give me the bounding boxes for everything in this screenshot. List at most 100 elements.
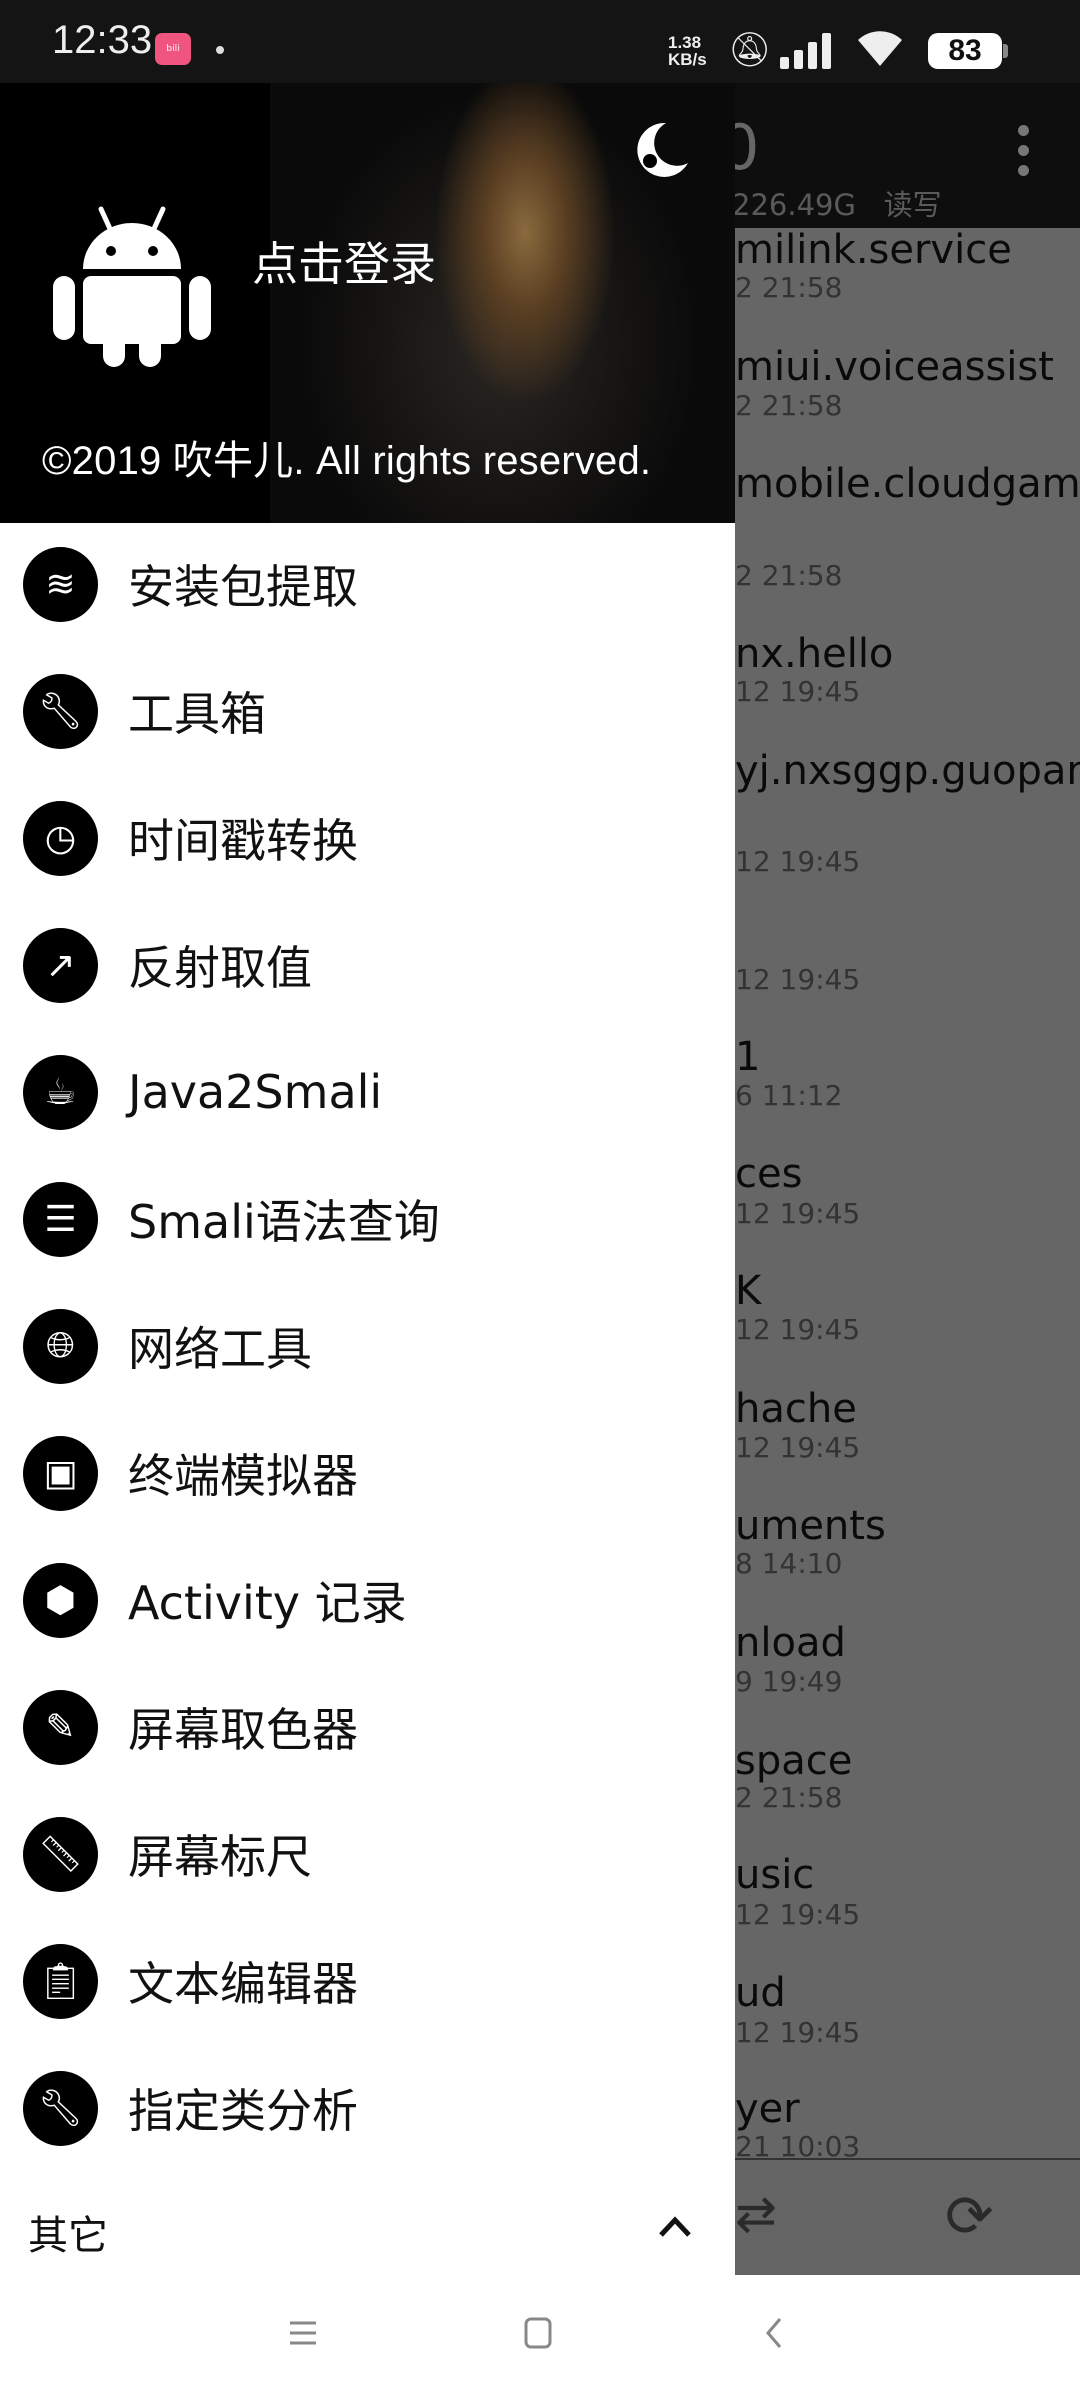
file-name[interactable]: 1 [735, 1035, 760, 1079]
file-date: 2 21:58 [735, 271, 843, 304]
file-date-row: 6 11:12 [735, 1080, 842, 1112]
file-date: 12 19:45 [735, 1898, 861, 1931]
drawer-item[interactable]: 🔧︎ 工具箱 [0, 648, 735, 774]
drawer-item-label: 终端模拟器 [128, 1449, 358, 1503]
drawer-item[interactable]: ☰ Smali语法查询 [0, 1156, 735, 1282]
drawer-item-label: Activity 记录 [128, 1576, 407, 1630]
cube-icon: ⬢ [23, 1562, 98, 1638]
chevron-up-icon[interactable] [655, 2211, 695, 2241]
drawer-item-label: Smali语法查询 [128, 1195, 440, 1249]
file-item[interactable]: K [735, 1269, 761, 1313]
drawer-header: 点击登录 ©2019 吹牛儿. All rights reserved. [0, 83, 735, 523]
drawer-item[interactable]: ▣ 终端模拟器 [0, 1410, 735, 1536]
file-item[interactable]: 1 [735, 1035, 760, 1079]
status-bar: 12:33 bili 1.38 KB/s 🔕︎ 83 [0, 0, 1080, 83]
bottom-toolbar: ⇄ ⟳ [735, 2158, 1080, 2275]
drawer-item-label: 反射取值 [128, 941, 312, 995]
clock-icon: ◷ [23, 800, 98, 876]
file-name[interactable]: yj.nxsggp.guopan.l [735, 749, 1080, 793]
file-date-row: 9 19:49 [735, 1666, 842, 1698]
file-date: 2 21:58 [735, 559, 843, 592]
eyedropper-icon: ✎ [23, 1689, 98, 1765]
file-name[interactable]: nload [735, 1621, 846, 1665]
file-item[interactable]: usic [735, 1853, 814, 1897]
file-date: 12 19:45 [735, 963, 861, 996]
drawer-item[interactable]: 📏︎ 屏幕标尺 [0, 1791, 735, 1917]
file-item[interactable]: yj.nxsggp.guopan.l [735, 749, 1080, 793]
file-date-row: 12 19:45 [735, 846, 860, 878]
file-item[interactable]: ces [735, 1152, 802, 1196]
swap-arrows-icon[interactable]: ⇄ [735, 2185, 777, 2243]
file-item[interactable]: nload [735, 1621, 846, 1665]
file-item[interactable]: space [735, 1739, 852, 1783]
refresh-icon[interactable]: ⟳ [945, 2182, 994, 2250]
file-item[interactable]: hache [735, 1387, 857, 1431]
file-name[interactable]: ces [735, 1152, 802, 1196]
net-speed-value: 1.38 [668, 33, 702, 52]
system-nav-bar [0, 2275, 1080, 2400]
drawer-item[interactable]: ↗ 反射取值 [0, 902, 735, 1028]
terminal-icon: ▣ [23, 1435, 98, 1511]
file-name[interactable]: nx.hello [735, 632, 893, 676]
net-speed-unit: KB/s [668, 50, 707, 69]
file-date-row: 8 14:10 [735, 1548, 842, 1580]
file-name[interactable]: uments [735, 1504, 886, 1548]
file-date-row: 2 21:58 [735, 390, 842, 422]
file-date: 2 21:58 [735, 1781, 843, 1814]
file-date: 8 14:10 [735, 1547, 843, 1580]
android-avatar-icon[interactable] [53, 199, 211, 367]
drawer-item[interactable]: ✎ 屏幕取色器 [0, 1664, 735, 1790]
copyright-text: ©2019 吹牛儿. All rights reserved. [42, 439, 652, 483]
recents-menu-icon[interactable] [288, 2319, 318, 2347]
file-date: 12 19:45 [735, 675, 861, 708]
globe-icon: 🌐︎ [23, 1308, 98, 1384]
file-name[interactable]: milink.service [735, 228, 1012, 272]
wrench-icon: 🔧︎ [23, 673, 98, 749]
file-date-row: 12 19:45 [735, 1314, 860, 1346]
file-date-row: 12 19:45 [735, 1198, 860, 1230]
file-item[interactable]: milink.service [735, 228, 1012, 272]
drawer-item[interactable]: ◷ 时间戳转换 [0, 775, 735, 901]
battery-icon: 83 [928, 33, 1002, 69]
navigation-drawer: 点击登录 ©2019 吹牛儿. All rights reserved. ≋ 安装… [0, 83, 735, 2275]
file-item[interactable]: miui.voiceassist [735, 345, 1054, 389]
drawer-item[interactable]: 🌐︎ 网络工具 [0, 1283, 735, 1409]
file-name[interactable]: space [735, 1739, 852, 1783]
more-options-icon[interactable] [1018, 125, 1030, 185]
ruler-icon: 📏︎ [23, 1816, 98, 1892]
file-name[interactable]: miui.voiceassist [735, 345, 1054, 389]
file-date-row: 12 19:45 [735, 676, 860, 708]
file-item[interactable]: mobile.cloudgame [735, 462, 1080, 506]
file-name[interactable]: ud [735, 1971, 786, 2015]
drawer-item-label: 文本编辑器 [128, 1957, 358, 2011]
clock: 12:33 [52, 18, 153, 62]
drawer-item[interactable]: ≋ 安装包提取 [0, 521, 735, 647]
file-date-row: 12 19:45 [735, 2017, 860, 2049]
drawer-item-label: 时间戳转换 [128, 814, 358, 868]
drawer-item[interactable]: ⬢ Activity 记录 [0, 1537, 735, 1663]
night-mode-icon[interactable] [636, 121, 690, 177]
file-item[interactable]: yer [735, 2087, 800, 2131]
drawer-item-label: 指定类分析 [128, 2084, 358, 2138]
file-name[interactable]: yer [735, 2087, 800, 2131]
back-icon[interactable] [764, 2317, 784, 2349]
file-date-row: 2 21:58 [735, 560, 842, 592]
drawer-item[interactable]: ☕︎ Java2Smali [0, 1029, 735, 1155]
clipboard-icon: 📋︎ [23, 1943, 98, 2019]
home-icon[interactable] [524, 2317, 552, 2349]
login-link[interactable]: 点击登录 [252, 228, 436, 294]
drawer-item[interactable]: 📋︎ 文本编辑器 [0, 1918, 735, 2044]
section-other-label[interactable]: 其它 [28, 2203, 108, 2261]
drawer-item-label: 屏幕标尺 [128, 1830, 312, 1884]
file-item[interactable]: nx.hello [735, 632, 893, 676]
battery-cap [1003, 44, 1008, 58]
file-name[interactable]: hache [735, 1387, 857, 1431]
wrench-icon: 🔧︎ [23, 2070, 98, 2146]
file-item[interactable]: ud [735, 1971, 786, 2015]
file-name[interactable]: mobile.cloudgame [735, 462, 1080, 506]
file-name[interactable]: usic [735, 1853, 814, 1897]
file-item[interactable]: uments [735, 1504, 886, 1548]
file-name[interactable]: K [735, 1269, 761, 1313]
drawer-item[interactable]: 🔧︎ 指定类分析 [0, 2045, 735, 2171]
permission-label: 读写 [883, 188, 942, 222]
